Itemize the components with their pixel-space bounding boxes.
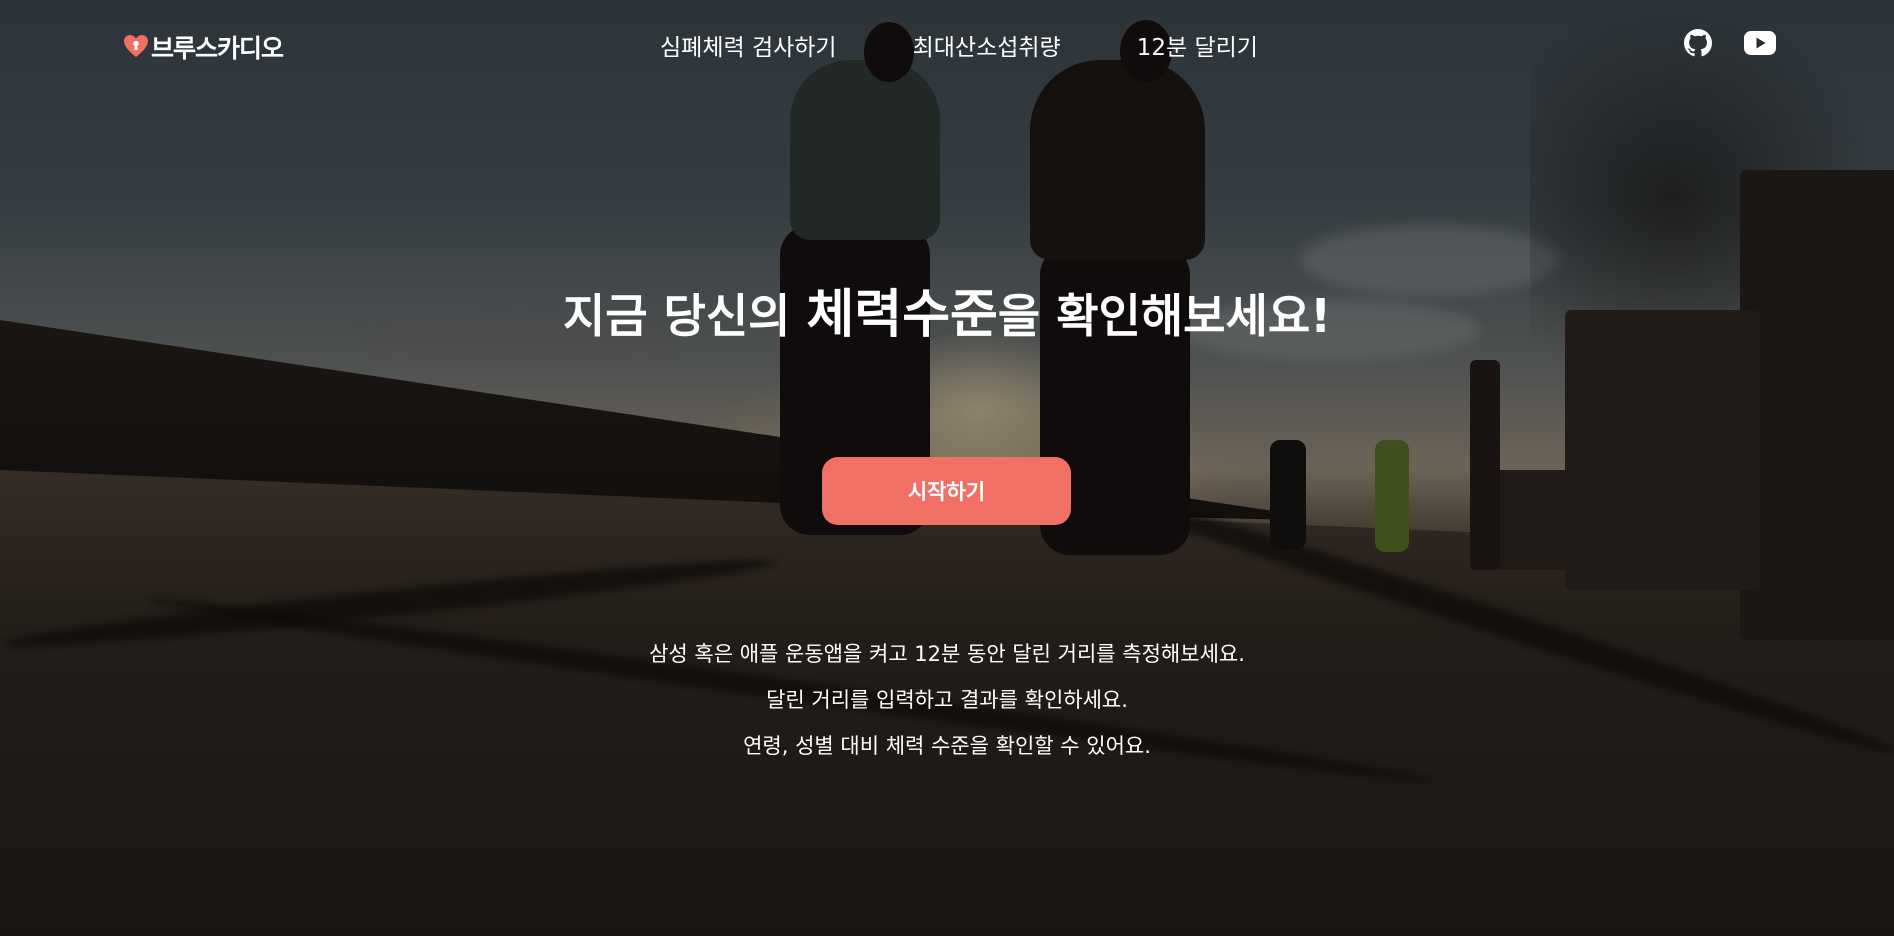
description-line: 달린 거리를 입력하고 결과를 확인하세요. <box>766 688 1128 712</box>
start-button[interactable]: 시작하기 <box>822 457 1071 525</box>
nav-link-vo2max[interactable]: 최대산소섭취량 <box>913 28 1061 62</box>
github-icon[interactable] <box>1683 28 1713 58</box>
social-links <box>1683 28 1777 58</box>
youtube-icon[interactable] <box>1743 28 1777 58</box>
description-line: 삼성 혹은 애플 운동앱을 켜고 12분 동안 달린 거리를 측정해보세요. <box>649 642 1245 666</box>
hero-headline: 지금 당신의 체력수준을 확인해보세요! <box>0 272 1894 347</box>
headline-text-end: 을 확인해보세요! <box>997 289 1332 343</box>
nav-menu: 심폐체력 검사하기 최대산소섭취량 12분 달리기 <box>660 28 1258 62</box>
nav-link-cardio-test[interactable]: 심폐체력 검사하기 <box>660 28 837 62</box>
headline-text-start: 지금 당신의 <box>562 289 807 343</box>
nav-link-12min-run[interactable]: 12분 달리기 <box>1137 28 1258 62</box>
logo-text: 브루스카디오 <box>151 34 284 63</box>
logo-link[interactable]: 브루스카디오 <box>123 29 284 65</box>
description-line: 연령, 성별 대비 체력 수준을 확인할 수 있어요. <box>743 734 1151 758</box>
headline-emphasis: 체력수준 <box>806 285 998 345</box>
top-navbar: 브루스카디오 심폐체력 검사하기 최대산소섭취량 12분 달리기 <box>0 0 1894 90</box>
heart-keyhole-icon <box>123 34 149 60</box>
hero-description: 삼성 혹은 애플 운동앱을 켜고 12분 동안 달린 거리를 측정해보세요. 달… <box>0 631 1894 769</box>
